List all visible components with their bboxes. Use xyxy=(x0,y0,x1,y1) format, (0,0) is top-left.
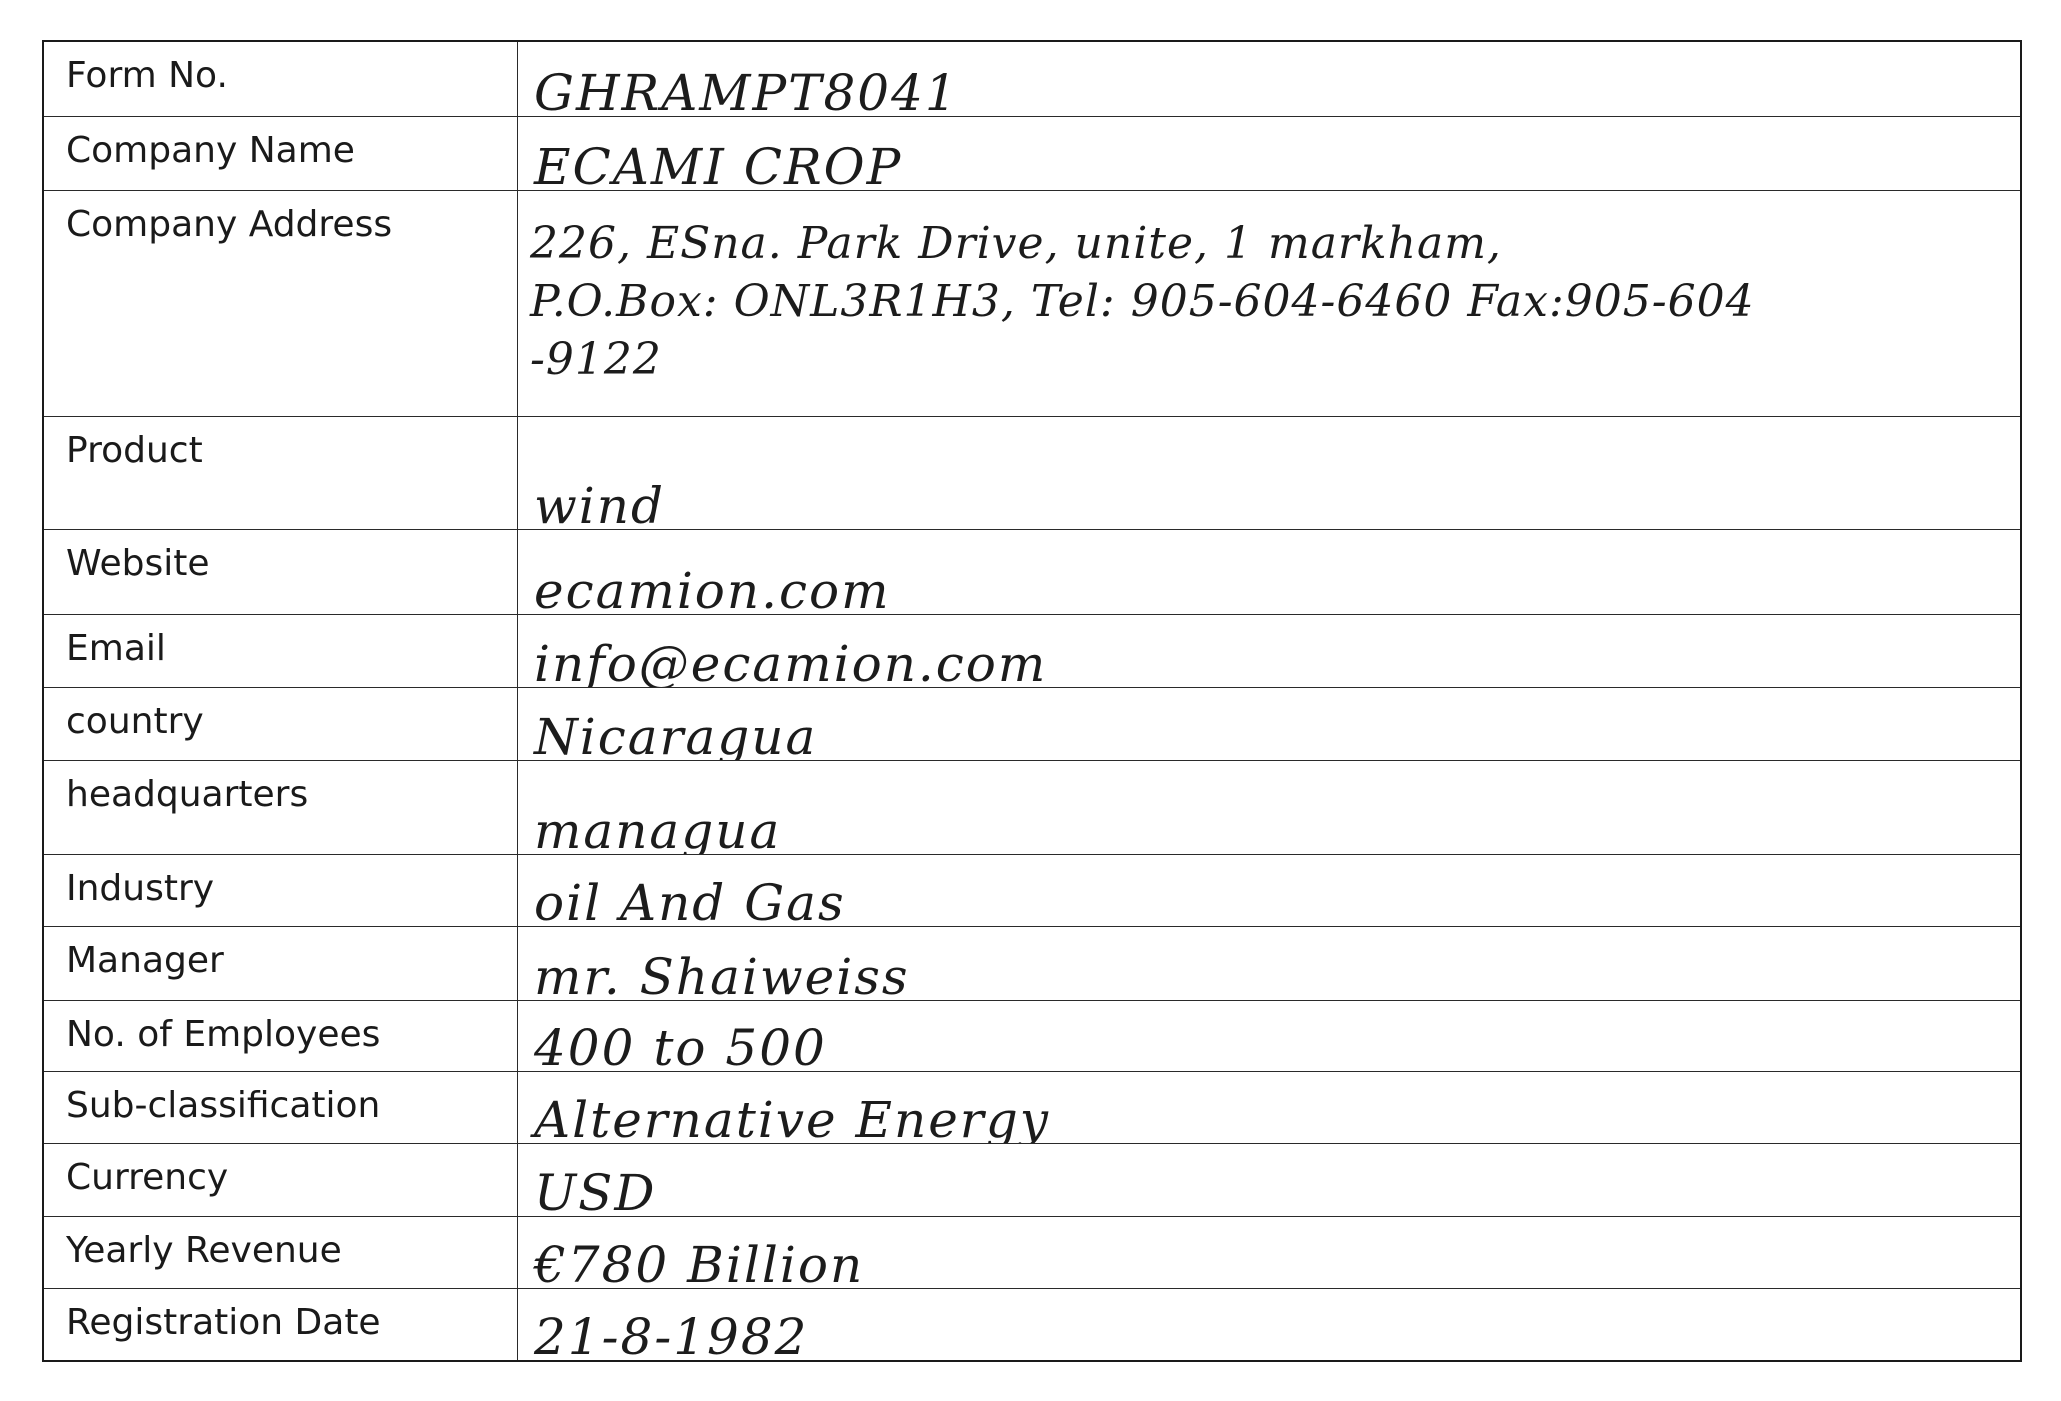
form-row-headquarters: headquarters managua xyxy=(44,760,2020,854)
field-value-cell: oil And Gas xyxy=(518,855,2020,926)
handwritten-value: USD xyxy=(534,1164,657,1216)
handwritten-value: oil And Gas xyxy=(534,874,846,926)
handwritten-value: managua xyxy=(534,802,782,854)
field-value-cell: USD xyxy=(518,1144,2020,1216)
handwritten-address-line: 226, ESna. Park Drive, unite, 1 markham, xyxy=(530,218,1502,269)
form-row-registration-date: Registration Date 21-8-1982 xyxy=(44,1288,2020,1360)
field-label: Currency xyxy=(44,1144,518,1216)
field-label: Registration Date xyxy=(44,1289,518,1360)
form-row-company-name: Company Name ECAMI CROP xyxy=(44,116,2020,190)
field-value-cell: 21-8-1982 xyxy=(518,1289,2020,1360)
form-row-employees: No. of Employees 400 to 500 xyxy=(44,1000,2020,1071)
field-value-cell: 400 to 500 xyxy=(518,1001,2020,1071)
handwritten-value: 21-8-1982 xyxy=(534,1308,809,1360)
handwritten-value: info@ecamion.com xyxy=(534,635,1048,687)
field-label: headquarters xyxy=(44,761,518,854)
field-label: Industry xyxy=(44,855,518,926)
field-label: Company Address xyxy=(44,191,518,416)
field-value-cell: 226, ESna. Park Drive, unite, 1 markham,… xyxy=(518,191,2020,416)
handwritten-value: 400 to 500 xyxy=(534,1019,827,1071)
form-row-company-address: Company Address 226, ESna. Park Drive, u… xyxy=(44,190,2020,416)
handwritten-address-line: P.O.Box: ONL3R1H3, Tel: 905-604-6460 Fax… xyxy=(530,276,1755,327)
field-value-cell: ECAMI CROP xyxy=(518,117,2020,190)
field-value-cell: Nicaragua xyxy=(518,688,2020,760)
field-label: country xyxy=(44,688,518,760)
form-row-manager: Manager mr. Shaiweiss xyxy=(44,926,2020,1000)
handwritten-value: ecamion.com xyxy=(534,562,891,614)
handwritten-value: ECAMI CROP xyxy=(534,138,903,190)
field-label: Yearly Revenue xyxy=(44,1217,518,1288)
form-row-form-no: Form No. GHRAMPT8041 xyxy=(44,42,2020,116)
field-value-cell: GHRAMPT8041 xyxy=(518,42,2020,116)
form-row-currency: Currency USD xyxy=(44,1143,2020,1216)
handwritten-value: €780 Billion xyxy=(534,1236,865,1288)
field-value-cell: managua xyxy=(518,761,2020,854)
field-label: Sub-classification xyxy=(44,1072,518,1143)
handwritten-value: GHRAMPT8041 xyxy=(534,64,959,116)
field-label: Email xyxy=(44,615,518,687)
field-label: Website xyxy=(44,530,518,614)
handwritten-value: mr. Shaiweiss xyxy=(534,948,910,1000)
handwritten-value: Alternative Energy xyxy=(534,1091,1050,1143)
handwritten-value: Nicaragua xyxy=(534,708,818,760)
field-label: Company Name xyxy=(44,117,518,190)
field-value-cell: mr. Shaiweiss xyxy=(518,927,2020,1000)
form-row-yearly-revenue: Yearly Revenue €780 Billion xyxy=(44,1216,2020,1288)
field-label: Product xyxy=(44,417,518,529)
form-row-product: Product wind xyxy=(44,416,2020,529)
field-value-cell: Alternative Energy xyxy=(518,1072,2020,1143)
form-row-email: Email info@ecamion.com xyxy=(44,614,2020,687)
field-value-cell: info@ecamion.com xyxy=(518,615,2020,687)
form-row-sub-classification: Sub-classification Alternative Energy xyxy=(44,1071,2020,1143)
field-value-cell: wind xyxy=(518,417,2020,529)
form-row-country: country Nicaragua xyxy=(44,687,2020,760)
registration-form-table: Form No. GHRAMPT8041 Company Name ECAMI … xyxy=(42,40,2022,1362)
field-value-cell: ecamion.com xyxy=(518,530,2020,614)
field-label: Manager xyxy=(44,927,518,1000)
field-value-cell: €780 Billion xyxy=(518,1217,2020,1288)
handwritten-address-line: -9122 xyxy=(530,334,662,385)
field-label: No. of Employees xyxy=(44,1001,518,1071)
form-row-industry: Industry oil And Gas xyxy=(44,854,2020,926)
handwritten-value: wind xyxy=(534,477,665,529)
form-row-website: Website ecamion.com xyxy=(44,529,2020,614)
field-label: Form No. xyxy=(44,42,518,116)
